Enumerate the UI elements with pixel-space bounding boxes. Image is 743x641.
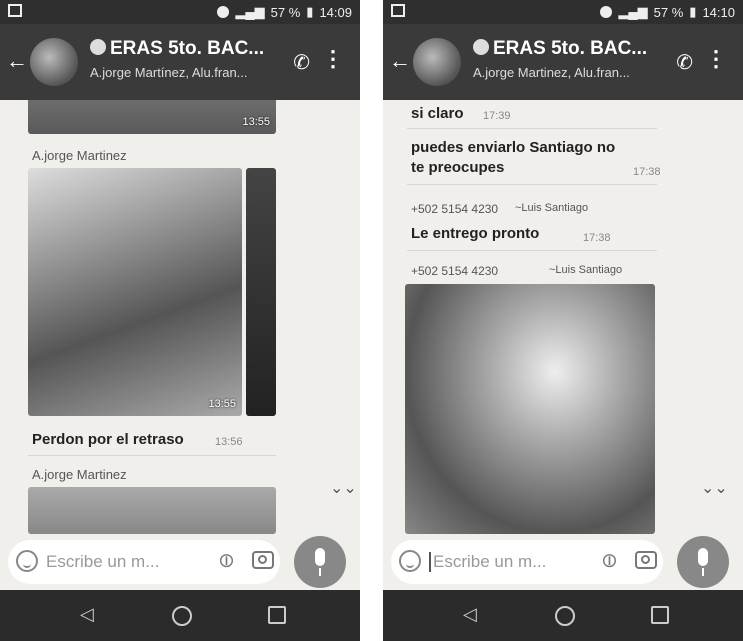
image-message[interactable]: 13:55 xyxy=(28,168,242,416)
image-notification-icon xyxy=(8,4,22,17)
sender-name: A.jorge Martinez xyxy=(32,467,127,482)
emoji-icon xyxy=(90,39,106,55)
group-avatar[interactable] xyxy=(413,38,461,86)
message-text: si claro xyxy=(411,105,464,122)
input-placeholder: Escribe un m... xyxy=(46,552,160,571)
nav-home-icon[interactable] xyxy=(555,606,575,626)
nav-home-icon[interactable] xyxy=(172,606,192,626)
divider xyxy=(407,184,657,185)
battery-percent: 57 % xyxy=(653,4,684,20)
message-list[interactable]: 13:55 A.jorge Martinez 13:55 Perdon por … xyxy=(0,100,360,534)
divider xyxy=(28,455,276,456)
add-call-icon[interactable]: ✆ xyxy=(293,50,310,75)
attach-icon[interactable]: ⊘ xyxy=(212,546,242,576)
sender-phone: +502 5154 4230 xyxy=(411,202,499,216)
message-time: 17:38 xyxy=(633,166,661,178)
emoji-icon[interactable] xyxy=(16,550,38,572)
emoji-icon[interactable] xyxy=(399,550,421,572)
sender-name: A.jorge Martinez xyxy=(32,148,127,163)
message-time: 17:39 xyxy=(483,110,511,122)
message-time: 13:56 xyxy=(215,436,243,448)
do-not-disturb-icon xyxy=(217,6,230,18)
message-time: 13:55 xyxy=(242,116,270,128)
more-options-icon[interactable]: ⋮ xyxy=(322,46,344,72)
nav-recents-icon[interactable] xyxy=(651,606,669,624)
message-text: Perdon por el retraso xyxy=(32,431,184,448)
system-nav-bar: ◁ xyxy=(0,590,360,641)
group-members[interactable]: A.jorge Martinez, Alu.fran... xyxy=(473,65,630,80)
battery-icon: ▮ xyxy=(689,4,697,19)
back-arrow-icon[interactable]: ← xyxy=(389,48,411,74)
battery-percent: 57 % xyxy=(270,4,301,20)
status-bar: ▂▄▆ 57 % ▮ 14:10 xyxy=(383,0,743,24)
group-members[interactable]: A.jorge Martínez, Alu.fran... xyxy=(90,65,248,80)
group-title-text: ERAS 5to. BAC... xyxy=(493,38,648,59)
message-text: Le entrego pronto xyxy=(411,225,540,242)
divider xyxy=(407,128,657,129)
message-time: 17:38 xyxy=(583,232,611,244)
add-call-icon[interactable]: ✆ xyxy=(676,50,693,75)
message-list[interactable]: si claro 17:39 puedes enviarlo Santiago … xyxy=(383,100,743,534)
signal-icon: ▂▄▆ xyxy=(235,4,265,19)
more-options-icon[interactable]: ⋮ xyxy=(705,46,727,72)
scroll-down-icon[interactable]: ⌄⌄ xyxy=(330,478,357,498)
nav-back-icon[interactable]: ◁ xyxy=(80,604,94,625)
image-message-partial[interactable] xyxy=(246,168,276,416)
chat-header: ← ERAS 5to. BAC... A.jorge Martinez, Alu… xyxy=(383,24,743,100)
group-title-text: ERAS 5to. BAC... xyxy=(110,38,265,59)
divider xyxy=(407,250,657,251)
status-bar: ▂▄▆ 57 % ▮ 14:09 xyxy=(0,0,360,24)
battery-icon: ▮ xyxy=(306,4,314,19)
clock: 14:09 xyxy=(319,4,352,20)
clock: 14:10 xyxy=(702,4,735,20)
camera-icon[interactable] xyxy=(635,551,657,569)
scroll-down-icon[interactable]: ⌄⌄ xyxy=(701,478,728,498)
compose-bar: Escribe un m... ⊘ xyxy=(383,534,743,590)
message-input[interactable]: Escribe un m... ⊘ xyxy=(391,540,663,584)
mic-button[interactable] xyxy=(677,536,729,588)
system-nav-bar: ◁ xyxy=(383,590,743,641)
compose-bar: Escribe un m... ⊘ xyxy=(0,534,360,590)
image-notification-icon xyxy=(391,4,405,17)
phone-screen-left: ▂▄▆ 57 % ▮ 14:09 ← ERAS 5to. BAC... A.jo… xyxy=(0,0,360,641)
message-text: puedes enviarlo Santiago no te preocupes xyxy=(411,139,616,176)
do-not-disturb-icon xyxy=(600,6,613,18)
phone-screen-right: ▂▄▆ 57 % ▮ 14:10 ← ERAS 5to. BAC... A.jo… xyxy=(383,0,743,641)
sender-name: ~Luis Santiago xyxy=(515,202,589,214)
message-time: 13:55 xyxy=(208,398,236,410)
emoji-icon xyxy=(473,39,489,55)
mic-button[interactable] xyxy=(294,536,346,588)
sender-phone: +502 5154 4230 xyxy=(411,264,499,278)
attach-icon[interactable]: ⊘ xyxy=(595,546,625,576)
nav-back-icon[interactable]: ◁ xyxy=(463,604,477,625)
sender-name: ~Luis Santiago xyxy=(549,264,623,276)
group-title[interactable]: ERAS 5to. BAC... xyxy=(90,38,264,60)
camera-icon[interactable] xyxy=(252,551,274,569)
image-message[interactable]: 13:55 xyxy=(28,100,276,134)
image-message[interactable] xyxy=(28,487,276,534)
image-message[interactable] xyxy=(405,284,655,534)
chat-header: ← ERAS 5to. BAC... A.jorge Martínez, Alu… xyxy=(0,24,360,100)
input-placeholder: Escribe un m... xyxy=(429,552,546,572)
group-avatar[interactable] xyxy=(30,38,78,86)
back-arrow-icon[interactable]: ← xyxy=(6,48,28,74)
group-title[interactable]: ERAS 5to. BAC... xyxy=(473,38,647,60)
message-input[interactable]: Escribe un m... ⊘ xyxy=(8,540,280,584)
nav-recents-icon[interactable] xyxy=(268,606,286,624)
signal-icon: ▂▄▆ xyxy=(618,4,648,19)
